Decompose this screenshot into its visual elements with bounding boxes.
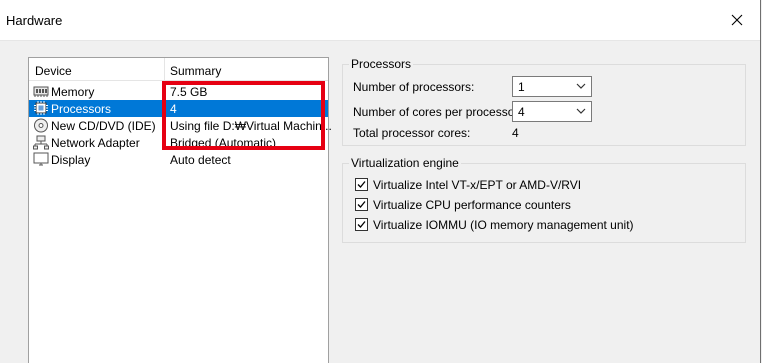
device-summary: Auto detect bbox=[170, 153, 231, 167]
device-name: Processors bbox=[51, 102, 112, 116]
cpu-perf-counters-checkbox[interactable] bbox=[355, 198, 368, 211]
device-row-memory[interactable]: Memory 7.5 GB bbox=[29, 83, 328, 100]
processors-group: Processors Number of processors: 1 Numbe… bbox=[342, 57, 746, 146]
column-separator[interactable] bbox=[164, 58, 165, 80]
checkmark-icon bbox=[357, 221, 366, 228]
memory-icon bbox=[33, 86, 49, 97]
iommu-checkbox[interactable] bbox=[355, 218, 368, 231]
num-processors-label: Number of processors: bbox=[353, 80, 475, 94]
num-processors-select[interactable]: 1 bbox=[512, 76, 592, 97]
device-name: Memory bbox=[51, 85, 95, 99]
processors-group-title: Processors bbox=[349, 57, 414, 71]
close-button[interactable] bbox=[714, 0, 760, 40]
virtualization-group-title: Virtualization engine bbox=[349, 156, 461, 170]
column-header-device[interactable]: Device bbox=[35, 64, 72, 78]
network-adapter-icon bbox=[33, 135, 49, 150]
cd-dvd-icon bbox=[34, 118, 48, 133]
cores-per-processor-label: Number of cores per processor: bbox=[353, 105, 522, 119]
close-icon bbox=[731, 14, 743, 26]
cores-per-processor-value: 4 bbox=[518, 105, 525, 119]
device-row-display[interactable]: Display Auto detect bbox=[29, 151, 328, 168]
display-icon bbox=[33, 152, 49, 166]
cpu-perf-counters-label: Virtualize CPU performance counters bbox=[373, 198, 571, 212]
device-summary: 7.5 GB bbox=[170, 85, 208, 99]
device-list-header: Device Summary bbox=[29, 58, 328, 81]
device-name: Network Adapter bbox=[51, 136, 140, 150]
device-summary: 4 bbox=[170, 102, 177, 116]
hardware-dialog: Hardware Device Summary Memory 7.5 GB Pr… bbox=[0, 0, 761, 363]
total-cores-label: Total processor cores: bbox=[353, 126, 471, 140]
device-row-cd-dvd[interactable]: New CD/DVD (IDE) Using file D:₩Virtual M… bbox=[29, 117, 332, 134]
vtx-ept-checkbox[interactable] bbox=[355, 178, 368, 191]
virtualization-engine-group: Virtualization engine Virtualize Intel V… bbox=[342, 156, 746, 243]
device-name: Display bbox=[51, 153, 91, 167]
device-summary: Using file D:₩Virtual Machin... bbox=[170, 119, 332, 133]
device-row-network-adapter[interactable]: Network Adapter Bridged (Automatic) bbox=[29, 134, 328, 151]
column-header-summary[interactable]: Summary bbox=[170, 64, 221, 78]
checkmark-icon bbox=[357, 181, 366, 188]
cores-per-processor-select[interactable]: 4 bbox=[512, 101, 592, 122]
processor-icon bbox=[34, 101, 48, 115]
device-list[interactable]: Device Summary Memory 7.5 GB Processors … bbox=[28, 57, 332, 363]
vtx-ept-label: Virtualize Intel VT-x/EPT or AMD-V/RVI bbox=[373, 178, 582, 192]
num-processors-value: 1 bbox=[518, 80, 525, 94]
window-title: Hardware bbox=[6, 13, 63, 28]
total-cores-value: 4 bbox=[512, 126, 519, 140]
device-name: New CD/DVD (IDE) bbox=[51, 119, 156, 133]
iommu-label: Virtualize IOMMU (IO memory management u… bbox=[373, 218, 634, 232]
chevron-down-icon bbox=[576, 83, 586, 89]
device-row-processors[interactable]: Processors 4 bbox=[29, 100, 328, 117]
checkmark-icon bbox=[357, 201, 366, 208]
chevron-down-icon bbox=[576, 108, 586, 114]
device-summary: Bridged (Automatic) bbox=[170, 136, 277, 150]
title-bar: Hardware bbox=[0, 0, 760, 41]
